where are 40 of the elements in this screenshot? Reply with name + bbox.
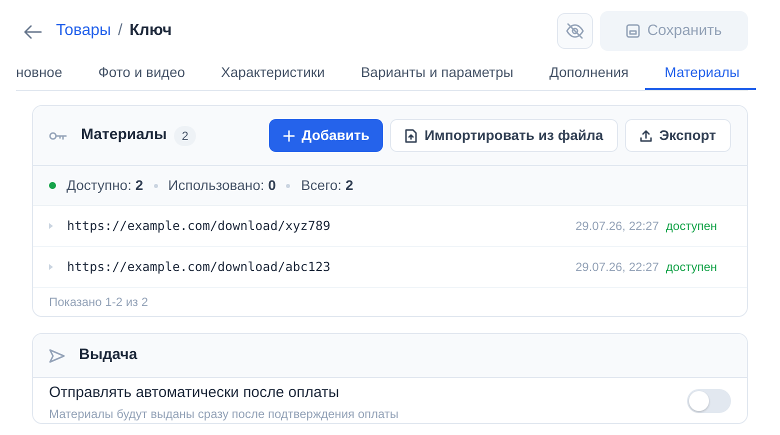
setting-description: Материалы будут выданы сразу после подтверждения оплаты <box>49 406 399 422</box>
material-url: https://example.com/download/xyz789 <box>67 216 330 235</box>
send-icon <box>49 348 65 362</box>
card-title: Материалы <box>81 125 167 146</box>
stat-text: Доступно: 2 <box>66 176 144 195</box>
material-status: доступен <box>666 259 717 276</box>
stat-text: Использовано: 0 <box>168 176 276 195</box>
tab[interactable]: Варианты и параметры <box>340 62 530 90</box>
tab[interactable]: новное <box>16 62 78 90</box>
key-icon <box>49 130 67 140</box>
tab[interactable]: Материалы <box>644 62 756 90</box>
material-url: https://example.com/download/abc123 <box>67 258 330 276</box>
file-upload-icon <box>405 128 418 142</box>
breadcrumb-link[interactable]: Товары <box>56 19 112 43</box>
material-row[interactable]: https://example.com/download/abc123 29.07.26, 22:27 доступен <box>33 247 747 288</box>
back-arrow-icon <box>24 24 42 39</box>
visibility-button[interactable] <box>557 13 593 49</box>
import-button[interactable]: Импортировать из файла <box>390 119 618 152</box>
material-status: доступен <box>666 218 717 235</box>
add-button[interactable]: Добавить <box>268 119 384 152</box>
eye-off-icon <box>566 23 584 39</box>
tab[interactable]: Характеристики <box>201 62 341 90</box>
stat-text: Всего: 2 <box>300 176 354 195</box>
setting-label: Отправлять автоматически после оплаты <box>49 383 340 403</box>
tab[interactable]: Фото и видео <box>78 62 202 90</box>
card-title: Выдача <box>79 345 138 366</box>
export-button[interactable]: Экспорт <box>625 119 731 152</box>
caret-right-icon <box>49 223 53 229</box>
toggle-switch[interactable] <box>687 389 731 413</box>
material-date: 29.07.26, 22:27 <box>575 218 659 235</box>
caret-right-icon <box>49 264 53 270</box>
upload-icon <box>640 130 652 142</box>
page-title: Ключ <box>130 21 172 41</box>
pagination-info: Показано 1-2 из 2 <box>48 294 150 311</box>
breadcrumb-separator: / <box>118 21 122 41</box>
count-badge: 2 <box>174 126 196 146</box>
plus-icon <box>282 130 295 142</box>
tab[interactable]: Дополнения <box>529 62 645 90</box>
material-row[interactable]: https://example.com/download/xyz789 29.07.26, 22:27 доступен <box>33 206 747 247</box>
material-date: 29.07.26, 22:27 <box>575 259 659 276</box>
